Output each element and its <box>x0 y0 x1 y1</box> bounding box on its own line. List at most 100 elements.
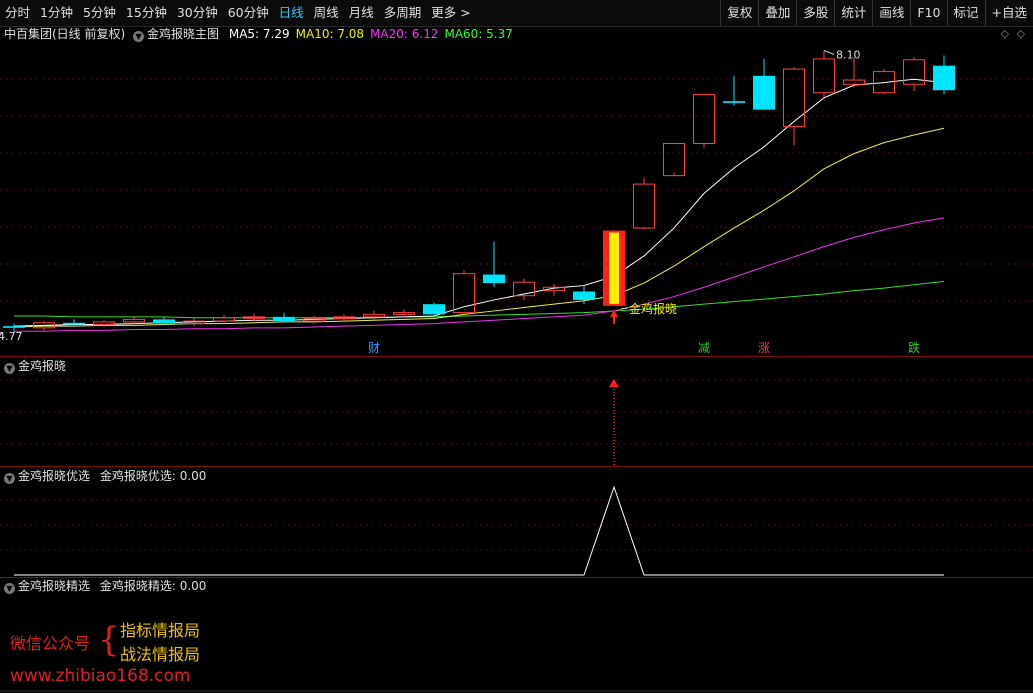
high-pointer <box>823 49 835 55</box>
ma-legend: MA5: 7.29 MA10: 7.08 MA20: 6.12 MA60: 5.37 <box>223 27 513 41</box>
ma10-line <box>13 127 945 328</box>
event-marker: 跌 <box>908 340 920 355</box>
tool-button-7[interactable]: +自选 <box>984 0 1033 26</box>
candle-body <box>303 318 325 322</box>
period-tab-4[interactable]: 30分钟 <box>173 0 222 26</box>
watermark-line2: 战法情报局 <box>120 645 201 664</box>
candle-body <box>573 291 595 300</box>
candle-body <box>243 316 265 319</box>
sub-panel-2-value: 金鸡报晓优选: 0.00 <box>99 469 207 483</box>
indicator-name[interactable]: 金鸡报晓主图 <box>147 27 219 41</box>
candle-body <box>63 322 85 325</box>
low-price-label: 4.77 <box>0 330 23 343</box>
candle-body <box>693 93 715 144</box>
period-tab-9[interactable]: 多周期 <box>380 0 426 26</box>
collapse-icon[interactable]: ▼ <box>4 583 15 594</box>
ma20-line <box>14 217 945 332</box>
ma60-line <box>14 280 945 319</box>
period-tab-7[interactable]: 周线 <box>310 0 343 26</box>
candle-body <box>513 281 535 297</box>
candle-body <box>213 317 235 322</box>
collapse-icon[interactable]: ▼ <box>4 473 15 484</box>
low-pointer <box>0 331 3 335</box>
candle-body <box>873 71 895 94</box>
candle-body <box>183 320 205 325</box>
event-marker: 财 <box>368 341 380 355</box>
watermark-line1: 指标情报局 <box>120 621 201 640</box>
ma-legend-item-0: MA5: 7.29 <box>228 27 290 41</box>
signal-arrow-icon <box>610 309 618 317</box>
watermark-url: www.zhibiao168.com <box>10 666 191 686</box>
period-tab-0[interactable]: 分时 <box>1 0 34 26</box>
ma-legend-item-3: MA60: 5.37 <box>444 27 513 41</box>
signal-up-arrow-icon <box>609 379 619 387</box>
tool-button-3[interactable]: 统计 <box>834 0 872 26</box>
candle-body <box>753 75 775 110</box>
tool-button-2[interactable]: 多股 <box>796 0 834 26</box>
main-panel-header: 中百集团(日线 前复权) ▼ 金鸡报晓主图 MA5: 7.29 MA10: 7.08… <box>4 26 513 42</box>
sub-panel-3-value: 金鸡报晓精选: 0.00 <box>99 579 207 593</box>
signal-label: 金鸡报晓 <box>629 301 677 316</box>
ma-legend-item-1: MA10: 7.08 <box>295 27 365 41</box>
candle-body <box>483 274 505 284</box>
ma-legend-item-2: MA20: 6.12 <box>370 27 439 41</box>
period-tab-10[interactable]: 更多 > <box>427 0 474 26</box>
candle-body <box>663 142 685 177</box>
candle-body <box>633 183 655 229</box>
period-tab-8[interactable]: 月线 <box>345 0 378 26</box>
signal-candle-inner <box>609 232 619 304</box>
collapse-icon[interactable]: ▼ <box>133 31 145 42</box>
candle-body <box>783 68 805 128</box>
period-tab-3[interactable]: 15分钟 <box>122 0 171 26</box>
candle-body <box>423 304 445 315</box>
panel-divider <box>0 356 1033 357</box>
sub-panel-1-header: ▼ 金鸡报晓 <box>4 358 66 374</box>
ma5-line <box>13 78 945 327</box>
candle-body <box>123 318 145 323</box>
signal-pointer <box>620 307 629 310</box>
candle-body <box>393 312 415 315</box>
candle-body <box>273 316 295 322</box>
brace-icon: { <box>98 620 120 660</box>
signal-candle-body <box>603 230 625 306</box>
period-tabs: 分时 1分钟 5分钟 15分钟 30分钟 60分钟 日线 周线 月线 多周期 更多 > <box>0 0 476 26</box>
panel-divider <box>0 466 1033 467</box>
candle-body <box>543 286 565 292</box>
candle-body <box>153 319 175 324</box>
tool-buttons: 复权 叠加 多股 统计 画线 F10 标记 +自选 <box>720 0 1033 26</box>
period-tab-6[interactable]: 日线 <box>275 0 308 26</box>
candle-body <box>933 65 955 91</box>
period-toolbar: 分时 1分钟 5分钟 15分钟 30分钟 60分钟 日线 周线 月线 多周期 更多 > 复权 叠加 多股… <box>0 0 1033 27</box>
diamond-icon[interactable]: ◇ <box>1001 27 1009 40</box>
candle-body <box>333 316 355 320</box>
tool-button-4[interactable]: 画线 <box>872 0 910 26</box>
tool-button-1[interactable]: 叠加 <box>758 0 796 26</box>
sub-panel-3-title[interactable]: 金鸡报晓精选 <box>18 579 90 593</box>
sub-panel-3-header: ▼ 金鸡报晓精选 金鸡报晓精选: 0.00 <box>4 578 206 594</box>
candle-body <box>843 79 865 85</box>
period-tab-1[interactable]: 1分钟 <box>36 0 77 26</box>
collapse-icon[interactable]: ▼ <box>4 363 15 374</box>
candle-body <box>903 59 925 85</box>
stock-title[interactable]: 中百集团(日线 前复权) <box>4 27 125 41</box>
sub-panel-2-title[interactable]: 金鸡报晓优选 <box>18 469 90 483</box>
expand-icon[interactable]: ◇ <box>1017 27 1025 40</box>
event-marker: 减 <box>698 341 710 355</box>
candle-body <box>453 273 475 314</box>
event-marker: 涨 <box>758 340 770 355</box>
watermark-label: 微信公众号 <box>10 634 91 653</box>
tool-button-5[interactable]: F10 <box>910 0 946 26</box>
candle-body <box>363 313 385 318</box>
youxuan-line <box>14 485 944 576</box>
candle-body <box>813 58 835 94</box>
candle-body <box>33 322 55 329</box>
period-tab-2[interactable]: 5分钟 <box>79 0 120 26</box>
period-tab-5[interactable]: 60分钟 <box>224 0 273 26</box>
sub-panel-1-title[interactable]: 金鸡报晓 <box>18 359 66 373</box>
sub-panel-2-header: ▼ 金鸡报晓优选 金鸡报晓优选: 0.00 <box>4 468 206 484</box>
candle-body <box>723 101 745 103</box>
tool-button-6[interactable]: 标记 <box>946 0 985 26</box>
candle-body <box>93 321 115 325</box>
tool-button-0[interactable]: 复权 <box>720 0 758 26</box>
high-price-label: 8.10 <box>836 48 861 61</box>
